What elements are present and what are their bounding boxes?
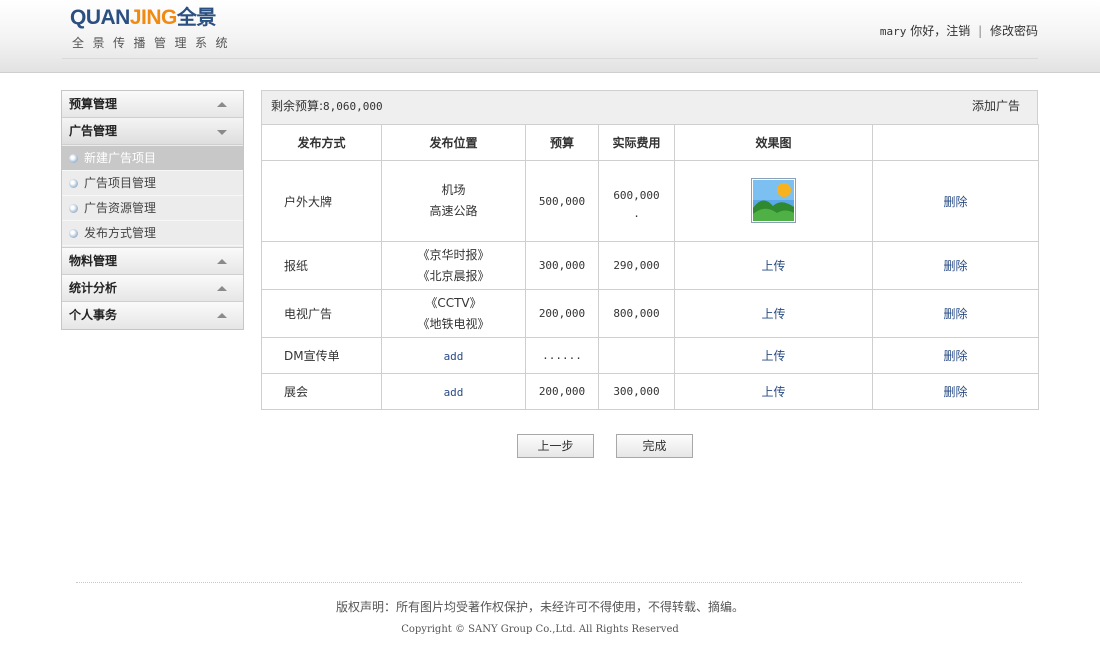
cell-effect-image <box>674 160 873 242</box>
add-ad-link[interactable]: 添加广告 <box>972 91 1020 121</box>
cell-budget: 500,000 <box>525 160 599 242</box>
cell-method: DM宣传单 <box>261 337 382 374</box>
footer-divider <box>76 582 1022 583</box>
main-panel: 剩余预算:8,060,000 添加广告 发布方式 发布位置 预算 实际费用 效果… <box>261 90 1039 410</box>
column-header-effect-image: 效果图 <box>674 124 873 161</box>
header-divider <box>62 58 1038 59</box>
cell-method: 报纸 <box>261 241 382 290</box>
sidebar-item-publish-method-management[interactable]: 发布方式管理 <box>62 221 243 246</box>
cell-budget: ...... <box>525 337 599 374</box>
upload-link[interactable]: 上传 <box>761 307 785 321</box>
delete-link[interactable]: 删除 <box>943 259 967 273</box>
chevron-up-icon <box>217 313 227 318</box>
delete-link[interactable]: 删除 <box>943 385 967 399</box>
separator: | <box>978 24 983 38</box>
sidebar-section-budget[interactable]: 预算管理 <box>62 91 243 118</box>
table-row: 户外大牌 机场 高速公路 500,000 600,000 . 删除 <box>261 160 1039 242</box>
cell-actual-cost: 600,000 . <box>598 160 675 242</box>
bullet-icon <box>69 204 78 213</box>
sidebar-item-new-ad-project[interactable]: 新建广告项目 <box>62 146 243 171</box>
cell-actions: 删除 <box>872 337 1039 374</box>
sidebar-section-ads[interactable]: 广告管理 <box>62 118 243 145</box>
ads-submenu: 新建广告项目 广告项目管理 广告资源管理 发布方式管理 <box>62 145 243 248</box>
bullet-icon <box>69 229 78 238</box>
cell-method: 展会 <box>261 373 382 410</box>
chevron-up-icon <box>217 102 227 107</box>
sidebar-section-personal[interactable]: 个人事务 <box>62 302 243 329</box>
delete-link[interactable]: 删除 <box>943 307 967 321</box>
remaining-budget-label: 剩余预算: <box>271 99 324 113</box>
sidebar: 预算管理 广告管理 新建广告项目 广告项目管理 广告资源管理 发布方式管理 物料… <box>61 90 244 330</box>
finish-button[interactable]: 完成 <box>616 434 693 458</box>
column-header-location: 发布位置 <box>381 124 526 161</box>
cell-location: add <box>381 373 526 410</box>
ad-table: 发布方式 发布位置 预算 实际费用 效果图 户外大牌 机场 高速公路 500,0… <box>261 124 1039 410</box>
cell-actual-cost: 300,000 <box>598 373 675 410</box>
table-row: 报纸 《京华时报》 《北京晨报》 300,000 290,000 上传 删除 <box>261 241 1039 290</box>
user-bar: mary 你好，注销 | 修改密码 <box>880 22 1038 39</box>
header: QUANJING全景 全景传播管理系统 mary 你好，注销 | 修改密码 <box>0 0 1100 73</box>
greeting: 你好， <box>910 24 947 38</box>
bullet-icon <box>69 154 78 163</box>
cell-effect-image: 上传 <box>674 373 873 410</box>
column-header-actions <box>872 124 1039 161</box>
cell-actions: 删除 <box>872 373 1039 410</box>
bullet-icon <box>69 179 78 188</box>
cell-budget: 300,000 <box>525 241 599 290</box>
system-subtitle: 全景传播管理系统 <box>72 36 237 50</box>
cell-actions: 删除 <box>872 160 1039 242</box>
previous-step-button[interactable]: 上一步 <box>517 434 594 458</box>
cell-effect-image: 上传 <box>674 289 873 338</box>
cell-actual-cost: 290,000 <box>598 241 675 290</box>
chevron-down-icon <box>217 130 227 135</box>
upload-link[interactable]: 上传 <box>761 349 785 363</box>
cell-actual-cost: 800,000 <box>598 289 675 338</box>
cell-budget: 200,000 <box>525 289 599 338</box>
cell-method: 电视广告 <box>261 289 382 338</box>
sidebar-section-materials[interactable]: 物料管理 <box>62 248 243 275</box>
add-location-link[interactable]: add <box>444 386 464 399</box>
upload-link[interactable]: 上传 <box>761 385 785 399</box>
column-header-method: 发布方式 <box>261 124 382 161</box>
change-password-link[interactable]: 修改密码 <box>990 24 1038 38</box>
cell-location: 《京华时报》 《北京晨报》 <box>381 241 526 290</box>
copyright-notice: 版权声明：所有图片均受著作权保护，未经许可不得使用，不得转载、摘编。 <box>335 600 744 614</box>
sidebar-section-statistics[interactable]: 统计分析 <box>62 275 243 302</box>
column-header-budget: 预算 <box>525 124 599 161</box>
logout-link[interactable]: 注销 <box>946 24 970 38</box>
cell-budget: 200,000 <box>525 373 599 410</box>
delete-link[interactable]: 删除 <box>943 195 967 209</box>
cell-method: 户外大牌 <box>261 160 382 242</box>
sidebar-item-ad-resource-management[interactable]: 广告资源管理 <box>62 196 243 221</box>
cell-effect-image: 上传 <box>674 337 873 374</box>
cell-location: add <box>381 337 526 374</box>
chevron-up-icon <box>217 286 227 291</box>
cell-actual-cost <box>598 337 675 374</box>
table-row: 电视广告 《CCTV》 《地铁电视》 200,000 800,000 上传 删除 <box>261 289 1039 338</box>
table-row: 展会 add 200,000 300,000 上传 删除 <box>261 373 1039 410</box>
sidebar-item-ad-project-management[interactable]: 广告项目管理 <box>62 171 243 196</box>
cell-effect-image: 上传 <box>674 241 873 290</box>
upload-link[interactable]: 上传 <box>761 259 785 273</box>
chevron-up-icon <box>217 259 227 264</box>
table-header-row: 发布方式 发布位置 预算 实际费用 效果图 <box>261 124 1039 161</box>
logo: QUANJING全景 全景传播管理系统 <box>70 6 236 51</box>
table-row: DM宣传单 add ...... 上传 删除 <box>261 337 1039 374</box>
copyright-line: Copyright © SANY Group Co.,Ltd. All Righ… <box>401 624 679 635</box>
cell-location: 《CCTV》 《地铁电视》 <box>381 289 526 338</box>
cell-actions: 删除 <box>872 289 1039 338</box>
cell-actions: 删除 <box>872 241 1039 290</box>
add-location-link[interactable]: add <box>444 350 464 363</box>
cell-location: 机场 高速公路 <box>381 160 526 242</box>
delete-link[interactable]: 删除 <box>943 349 967 363</box>
logo-wordmark: QUANJING全景 <box>70 6 216 29</box>
username: mary <box>879 25 907 38</box>
budget-bar: 剩余预算:8,060,000 添加广告 <box>261 90 1038 124</box>
remaining-budget-value: 8,060,000 <box>323 100 383 113</box>
column-header-actual-cost: 实际费用 <box>598 124 675 161</box>
landscape-thumbnail-icon[interactable] <box>751 178 796 223</box>
